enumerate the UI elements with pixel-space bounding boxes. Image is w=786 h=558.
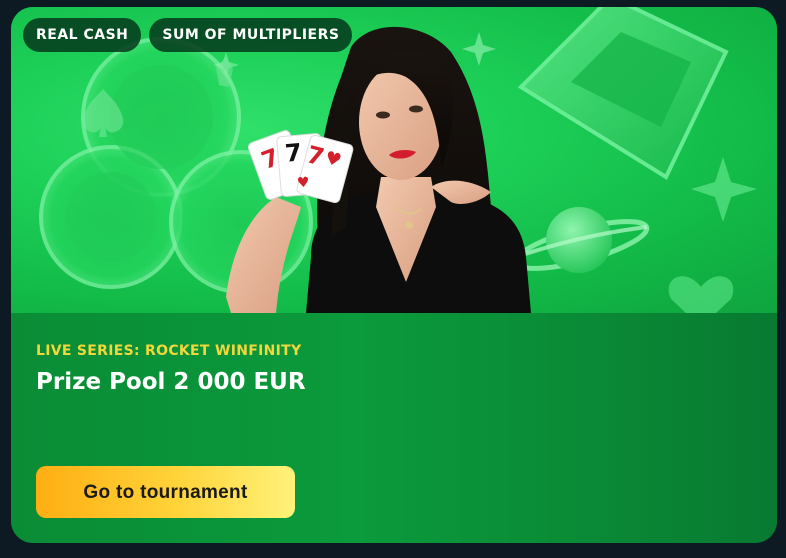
hero-illustration [39, 7, 757, 313]
diamond-shape [517, 7, 729, 180]
tag-badges: REAL CASH SUM OF MULTIPLIERS [23, 18, 353, 52]
real-cash-badge: REAL CASH [23, 18, 142, 52]
hero-banner: 7 7 7 ♥ ♥ [11, 7, 777, 313]
series-label: LIVE SERIES: ROCKET WINFINITY [36, 343, 302, 359]
go-to-tournament-button[interactable]: Go to tournament [36, 466, 295, 518]
heart-icon-small: ♥ [296, 174, 311, 192]
prize-pool-title: Prize Pool 2 000 EUR [36, 369, 306, 395]
tournament-card[interactable]: 7 7 7 ♥ ♥ REAL CASH SUM OF MULTIPLIERS L… [11, 7, 777, 543]
multipliers-badge: SUM OF MULTIPLIERS [149, 18, 353, 52]
card-two-rank: 7 [283, 138, 303, 168]
planet-shape [512, 207, 650, 273]
